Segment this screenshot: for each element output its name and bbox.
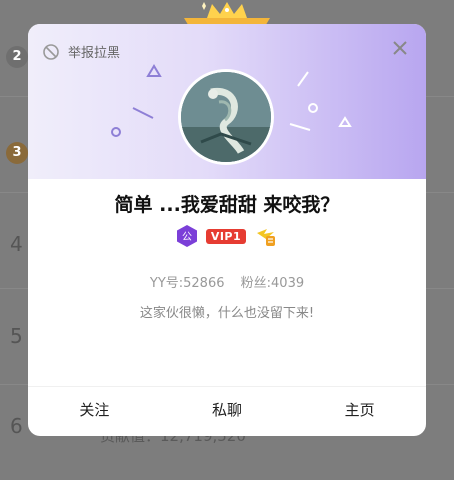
bronze-medal-icon: 3 xyxy=(6,142,28,164)
avatar[interactable] xyxy=(178,69,274,165)
action-bar: 关注 私聊 主页 xyxy=(28,386,426,436)
report-block-label: 举报拉黑 xyxy=(68,46,121,61)
user-bio: 这家伙很懒，什么也没留下来! xyxy=(139,306,315,321)
report-block-button[interactable]: 举报拉黑 xyxy=(42,42,120,61)
rank-number: 6 xyxy=(10,414,23,438)
vip-badge: VIP1 xyxy=(205,228,247,244)
profile-header: 举报拉黑 xyxy=(28,24,426,179)
block-icon xyxy=(43,43,59,60)
yy-id: YY号:52866 xyxy=(149,276,225,291)
user-nickname: 简单 ...我爱甜甜 来咬我？ xyxy=(114,194,340,216)
guild-badge-icon: 公 xyxy=(176,225,197,247)
private-message-button[interactable]: 私聊 xyxy=(161,387,294,436)
rank-number: 5 xyxy=(10,324,23,348)
level-badge-icon xyxy=(257,229,276,246)
rank-number: 4 xyxy=(10,232,23,256)
badge-row: 公 VIP1 xyxy=(28,224,426,248)
follow-button[interactable]: 关注 xyxy=(28,387,161,436)
avatar-image xyxy=(181,72,271,162)
close-icon[interactable] xyxy=(390,38,410,58)
user-profile-dialog: 举报拉黑 简单 ...我爱甜甜 来咬我？ 公 VIP1 YY号:52866 粉丝… xyxy=(28,24,426,436)
fans-count: 粉丝:4039 xyxy=(240,276,305,291)
silver-medal-icon: 2 xyxy=(6,46,28,68)
homepage-button[interactable]: 主页 xyxy=(293,387,426,436)
user-stats: YY号:52866 粉丝:4039 xyxy=(28,272,426,291)
guild-badge-label: 公 xyxy=(182,232,192,243)
